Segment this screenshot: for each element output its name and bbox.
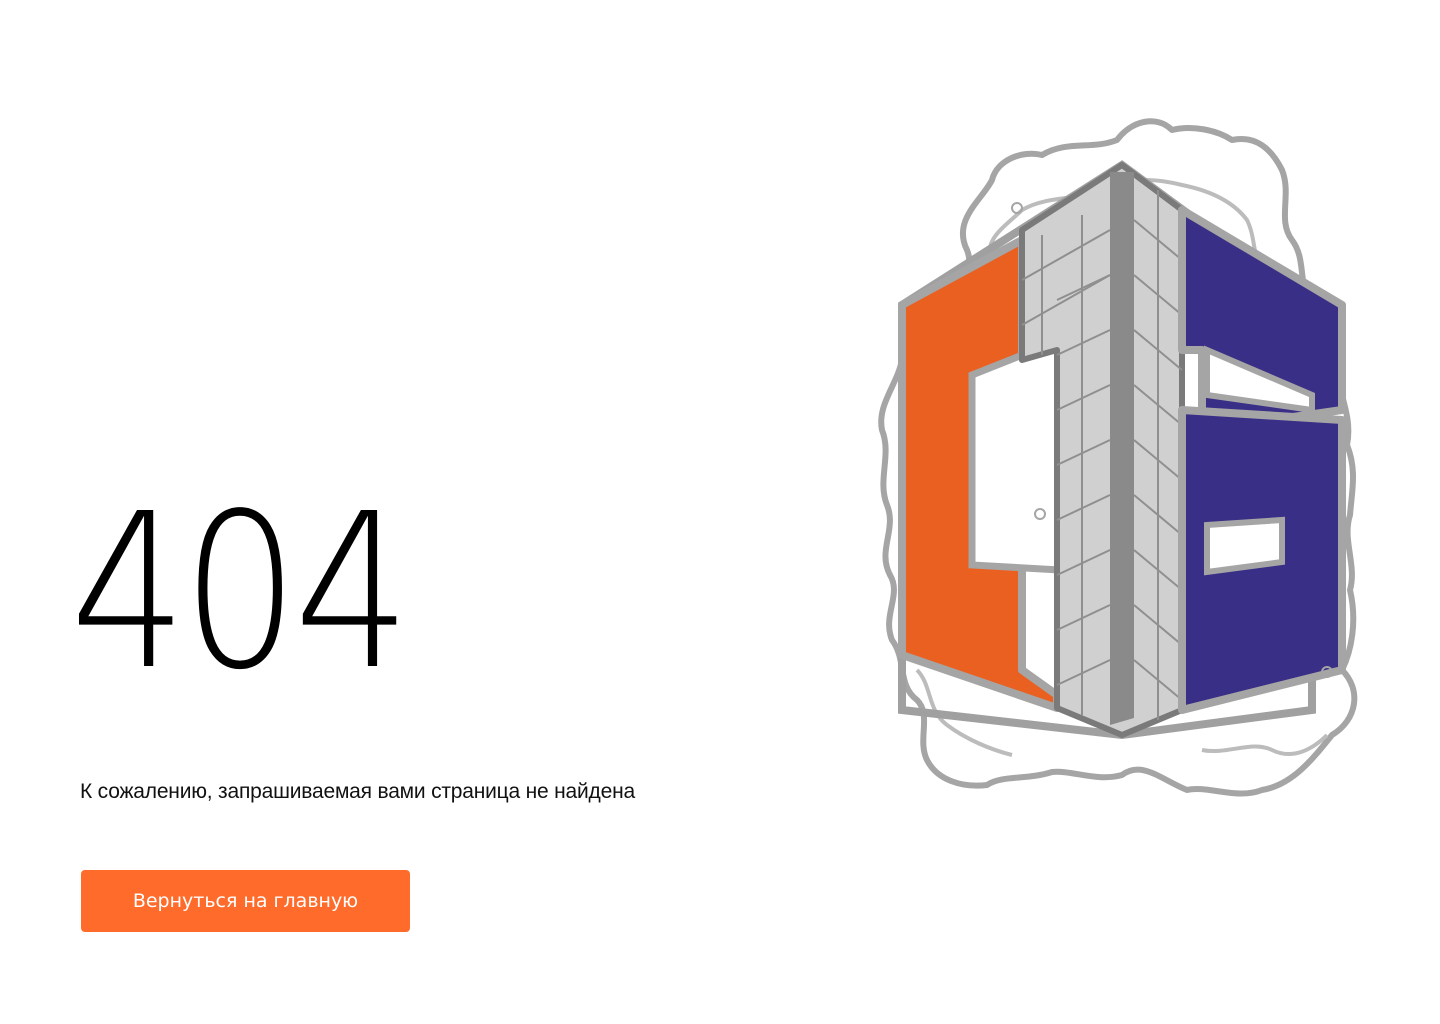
error-message: К сожалению, запрашиваемая вами страница…: [80, 780, 635, 803]
company-logo-icon: [878, 118, 1358, 797]
home-button[interactable]: Вернуться на главную: [81, 870, 410, 932]
error-page: 404 К сожалению, запрашиваемая вами стра…: [0, 0, 1440, 1024]
error-code: 404: [70, 468, 411, 717]
